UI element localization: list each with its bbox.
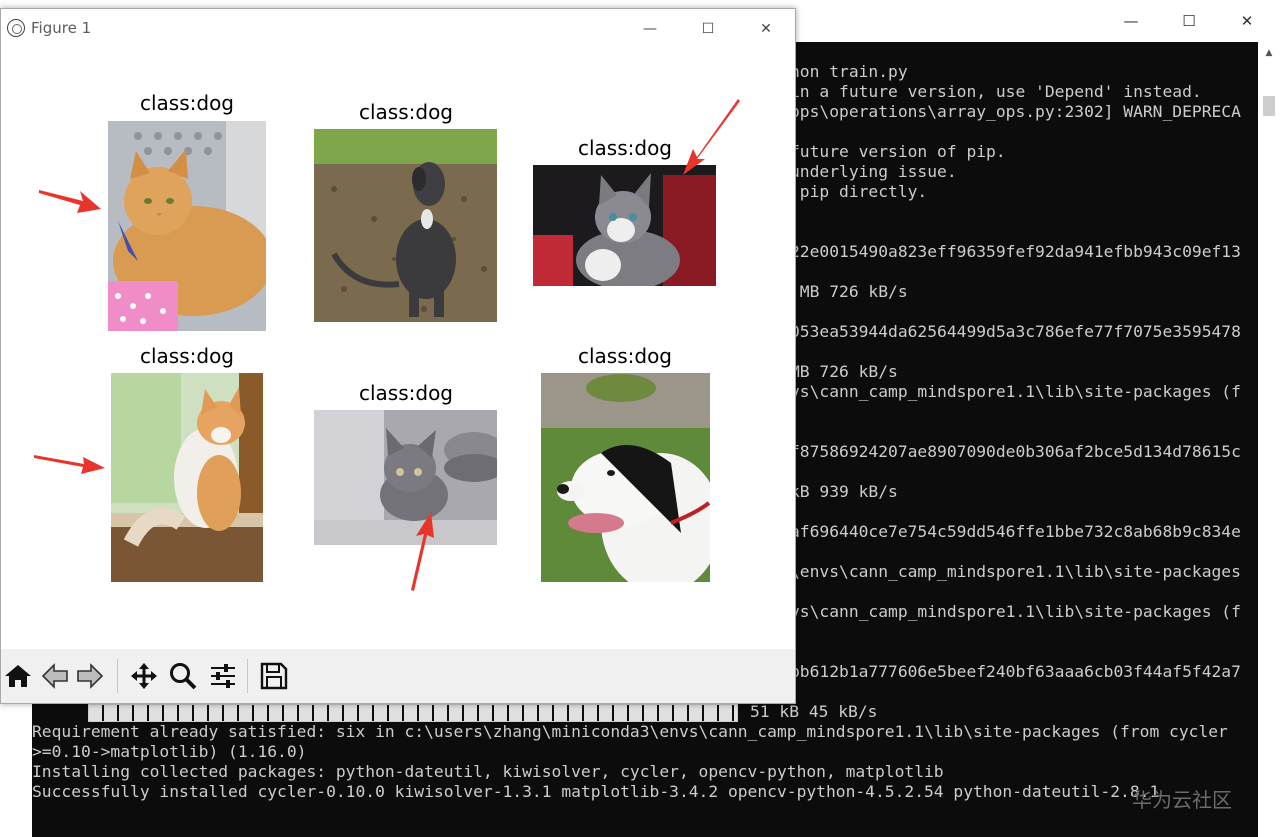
subplot-title: class:dog	[358, 381, 453, 405]
progress-text: 51 kB 45 kB/s	[750, 702, 878, 721]
figure-canvas[interactable]: class:dog class:dog class:dog class:dog …	[1, 49, 795, 649]
red-arrow-icon	[39, 190, 101, 213]
console-line: in a future version, use 'Depend' instea…	[790, 82, 1202, 101]
sliders-icon	[211, 664, 235, 688]
subplot-image-gray-kitten-2	[314, 410, 497, 545]
console-scrollbar[interactable]	[1258, 42, 1280, 837]
console-line: ops\operations\array_ops.py:2302] WARN_D…	[790, 102, 1241, 121]
pan-button[interactable]	[127, 659, 161, 693]
toolbar-separator	[117, 659, 118, 693]
subplot-title: class:dog	[577, 344, 672, 368]
matplotlib-logo-icon	[7, 19, 25, 37]
console-line: 053ea53944da62564499d5a3c786efe77f7075e3…	[790, 322, 1241, 341]
subplot-image-orange-cat	[108, 121, 266, 331]
console-line: kB 939 kB/s	[790, 482, 898, 501]
subplot-image-gray-kitten	[533, 165, 716, 286]
console-line: Successfully installed cycler-0.10.0 kiw…	[32, 782, 1160, 801]
toolbar-separator	[247, 659, 248, 693]
subplot-image-white-orange-cat	[111, 373, 263, 582]
console-line: Requirement already satisfied: six in c:…	[32, 722, 1228, 741]
figure-title: Figure 1	[31, 19, 92, 37]
subplot-image-dark-dog	[314, 129, 497, 322]
subplot-title: class:dog	[358, 100, 453, 124]
figure-minimize-button[interactable]: —	[621, 9, 679, 49]
figure-close-button[interactable]: ✕	[737, 9, 795, 49]
console-line: af696440ce7e754c59dd546ffe1bbe732c8ab68b…	[790, 522, 1241, 541]
figure-toolbar	[1, 649, 795, 703]
subplot-title: class:dog	[139, 91, 234, 115]
console-maximize-button[interactable]: ☐	[1160, 0, 1218, 42]
forward-button[interactable]	[73, 659, 107, 693]
console-line: vs\cann_camp_mindspore1.1\lib\site-packa…	[790, 382, 1241, 401]
configure-subplots-button[interactable]	[206, 659, 240, 693]
arrow-left-icon	[41, 663, 68, 689]
console-minimize-button[interactable]: —	[1102, 0, 1160, 42]
figure-window: Figure 1 — ☐ ✕ class:dog class:dog class…	[0, 8, 796, 704]
figure-maximize-button[interactable]: ☐	[679, 9, 737, 49]
home-icon	[5, 665, 31, 687]
floppy-disk-icon	[260, 662, 288, 690]
console-line: 22e0015490a823eff96359fef92da941efbb943c…	[790, 242, 1241, 261]
zoom-button[interactable]	[166, 659, 200, 693]
red-arrow-icon	[34, 455, 105, 474]
arrow-right-icon	[77, 663, 104, 689]
subplot-title: class:dog	[139, 344, 234, 368]
console-line: \envs\cann_camp_mindspore1.1\lib\site-pa…	[790, 562, 1241, 581]
home-button[interactable]	[1, 659, 35, 693]
watermark: 华为云社区	[1132, 788, 1232, 812]
console-line: future version of pip.	[790, 142, 1006, 161]
console-line: MB 726 kB/s	[790, 362, 898, 381]
console-close-button[interactable]: ✕	[1218, 0, 1276, 42]
red-arrow-icon	[683, 99, 740, 175]
console-line: f87586924207ae8907090de0b306af2bce5d134d…	[790, 442, 1241, 461]
console-line: bb612b1a777606e5beef240bf63aaa6cb03f44af…	[790, 662, 1241, 681]
move-icon	[131, 663, 157, 689]
magnifier-icon	[170, 663, 197, 690]
save-button[interactable]	[257, 659, 291, 693]
scroll-up-arrow-icon[interactable]: ▲	[1262, 46, 1276, 60]
subplot-image-black-white-dog	[541, 373, 710, 582]
back-button[interactable]	[38, 659, 72, 693]
console-line: hon train.py	[790, 62, 908, 81]
red-arrow-icon	[411, 512, 434, 591]
console-line: vs\cann_camp_mindspore1.1\lib\site-packa…	[790, 602, 1241, 621]
console-line: pip directly.	[790, 182, 928, 201]
figure-titlebar: Figure 1 — ☐ ✕	[1, 9, 795, 49]
scrollbar-thumb[interactable]	[1263, 96, 1275, 116]
console-line: MB 726 kB/s	[790, 282, 908, 301]
download-progress-bar	[88, 704, 738, 722]
console-line: underlying issue.	[790, 162, 957, 181]
console-line: >=0.10->matplotlib) (1.16.0)	[32, 742, 307, 761]
console-line: Installing collected packages: python-da…	[32, 762, 944, 781]
